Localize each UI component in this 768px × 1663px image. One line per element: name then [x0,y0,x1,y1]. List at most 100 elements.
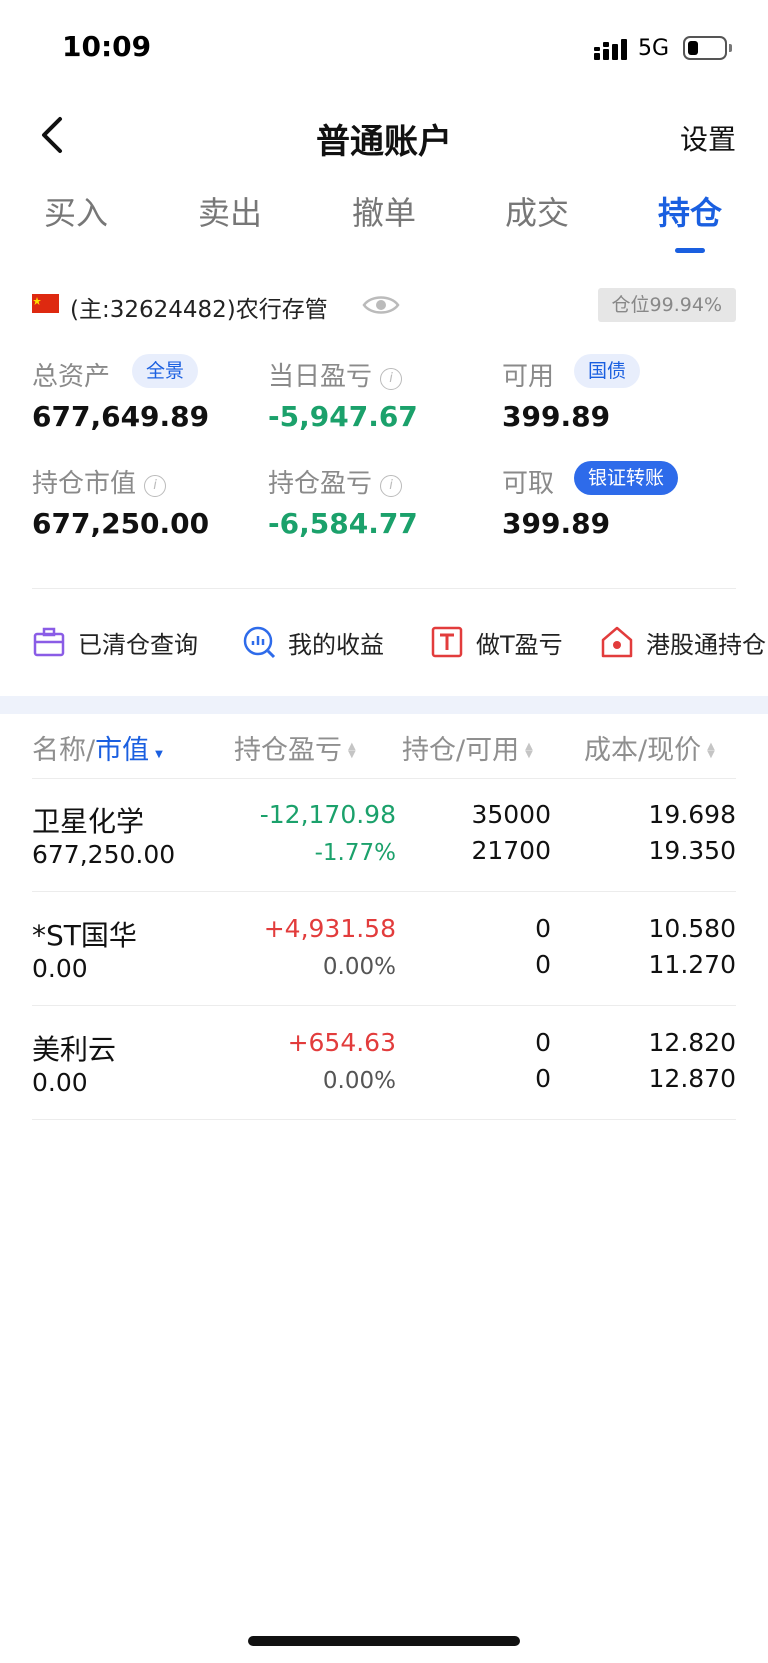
available-cell: 可用 国债 399.89 [502,354,732,446]
table-header: 名称/市值 ▼ 持仓盈亏 ▲ ▼ 持仓/可用 ▲ ▼ 成本/现价 ▲ ▼ [0,728,768,778]
tool-label: 做T盈亏 [476,630,563,659]
stock-name: 卫星化学 [32,805,145,838]
hk-connect-button[interactable]: 港股通持仓 [600,620,766,664]
holding-qty: 0 [535,1028,551,1057]
account-info: (主:32624482)农行存管 [70,297,328,323]
holding-pl-percent: -1.77% [314,840,396,866]
available-qty: 0 [535,950,551,979]
total-assets-cell: 总资产 全景 677,649.89 [32,354,262,446]
holding-pl: +4,931.58 [263,914,396,943]
eye-icon[interactable] [362,292,400,318]
my-earnings-button[interactable]: 我的收益 [242,620,384,664]
bank-transfer-button[interactable]: 银证转账 [574,461,679,495]
current-price: 12.870 [648,1064,736,1093]
holding-pl-percent: 0.00% [322,1068,396,1094]
cleared-positions-button[interactable]: 已清仓查询 [32,620,198,664]
page-title: 普通账户 [316,122,452,162]
column-hold-avail[interactable]: 持仓/可用 ▲ ▼ [402,728,535,767]
battery-icon [683,36,727,60]
table-row[interactable]: 卫星化学 677,250.00 -12,170.98 -1.77% 35000 … [32,778,736,892]
sort-icon: ▲ ▼ [348,741,356,760]
market-value: 0.00 [32,954,88,983]
t-box-icon [431,626,463,658]
market-value: 677,250.00 [32,840,176,869]
holding-pl-cell: 持仓盈亏 i -6,584.77 [268,463,498,553]
column-hold-label: 持仓/可用 [402,735,520,766]
info-icon[interactable]: i [144,475,167,497]
market-value-value: 677,250.00 [32,507,210,540]
divider [32,588,736,589]
cost-price: 19.698 [648,800,736,829]
nav-bar: 普通账户 设置 [0,100,768,170]
battery-tip [729,44,732,52]
tab-buy[interactable]: 买入 [21,188,131,234]
cost-price: 12.820 [648,1028,736,1057]
tab-positions[interactable]: 持仓 [635,188,745,234]
available-value: 399.89 [502,400,611,433]
treasury-chip[interactable]: 国债 [574,354,641,388]
holding-qty: 0 [535,914,551,943]
network-type: 5G [638,36,670,61]
briefcase-icon [33,627,65,657]
tool-label: 我的收益 [288,630,384,659]
holding-pl-value: -6,584.77 [268,507,418,540]
total-assets-value: 677,649.89 [32,400,210,433]
positions-list: 卫星化学 677,250.00 -12,170.98 -1.77% 35000 … [32,778,736,1120]
info-icon[interactable]: i [380,475,403,497]
column-cost-price[interactable]: 成本/现价 ▲ ▼ [584,728,717,767]
table-row[interactable]: *ST国华 0.00 +4,931.58 0.00% 0 0 10.580 11… [32,892,736,1006]
tools-row: 已清仓查询 我的收益 做T盈亏 港股通持仓 [32,620,768,670]
settings-button[interactable]: 设置 [680,118,736,158]
account-row: (主:32624482)农行存管 仓位99.94% [32,288,736,324]
chart-search-icon [243,626,276,659]
active-tab-indicator [675,248,705,253]
daily-pl-label: 当日盈亏 [268,362,373,392]
available-qty: 0 [535,1064,551,1093]
withdrawable-label: 可取 [502,469,555,499]
column-name-label: 名称/ [32,735,96,766]
status-bar: 10:09 5G [0,0,768,90]
withdrawable-value: 399.89 [502,507,611,540]
holding-qty: 35000 [471,800,551,829]
market-value-label: 持仓市值 [32,469,137,499]
stock-name: *ST国华 [32,919,137,952]
signal-icon [594,39,627,60]
market-value-cell: 持仓市值 i 677,250.00 [32,463,262,553]
tab-sell[interactable]: 卖出 [175,188,285,234]
column-pl-label: 持仓盈亏 [234,735,342,766]
info-icon[interactable]: i [380,368,403,390]
china-flag-icon [32,294,59,313]
total-assets-label: 总资产 [32,362,111,392]
table-row[interactable]: 美利云 0.00 +654.63 0.00% 0 0 12.820 12.870 [32,1006,736,1120]
holding-pl: -12,170.98 [259,800,396,829]
column-sort-label: 市值 [95,735,150,766]
hk-house-icon [601,626,633,658]
tab-deals[interactable]: 成交 [482,188,592,234]
sort-icon: ▲ ▼ [707,741,715,760]
section-separator [0,696,768,714]
tool-label: 已清仓查询 [78,630,198,659]
daily-pl-cell: 当日盈亏 i -5,947.67 [268,356,498,446]
home-indicator[interactable] [248,1636,520,1646]
column-holding-pl[interactable]: 持仓盈亏 ▲ ▼ [234,728,358,767]
stock-name: 美利云 [32,1033,117,1066]
holding-pl-label: 持仓盈亏 [268,469,373,499]
holding-pl-percent: 0.00% [322,954,396,980]
t-trading-pl-button[interactable]: 做T盈亏 [430,620,563,664]
tab-cancel[interactable]: 撤单 [329,188,439,234]
sort-icon: ▲ ▼ [525,741,533,760]
available-qty: 21700 [471,836,551,865]
overview-chip[interactable]: 全景 [132,354,199,388]
withdrawable-cell: 可取 银证转账 399.89 [502,461,732,553]
position-ratio-badge: 仓位99.94% [597,288,736,322]
available-label: 可用 [502,362,555,392]
daily-pl-value: -5,947.67 [268,400,418,433]
current-price: 11.270 [648,950,736,979]
column-cost-label: 成本/现价 [584,735,702,766]
holding-pl: +654.63 [287,1028,396,1057]
cost-price: 10.580 [648,914,736,943]
column-name-market-value[interactable]: 名称/市值 ▼ [32,728,165,767]
trade-tabs: 买入 卖出 撤单 成交 持仓 [0,188,768,258]
sort-desc-icon: ▼ [155,749,163,760]
market-value: 0.00 [32,1068,88,1097]
